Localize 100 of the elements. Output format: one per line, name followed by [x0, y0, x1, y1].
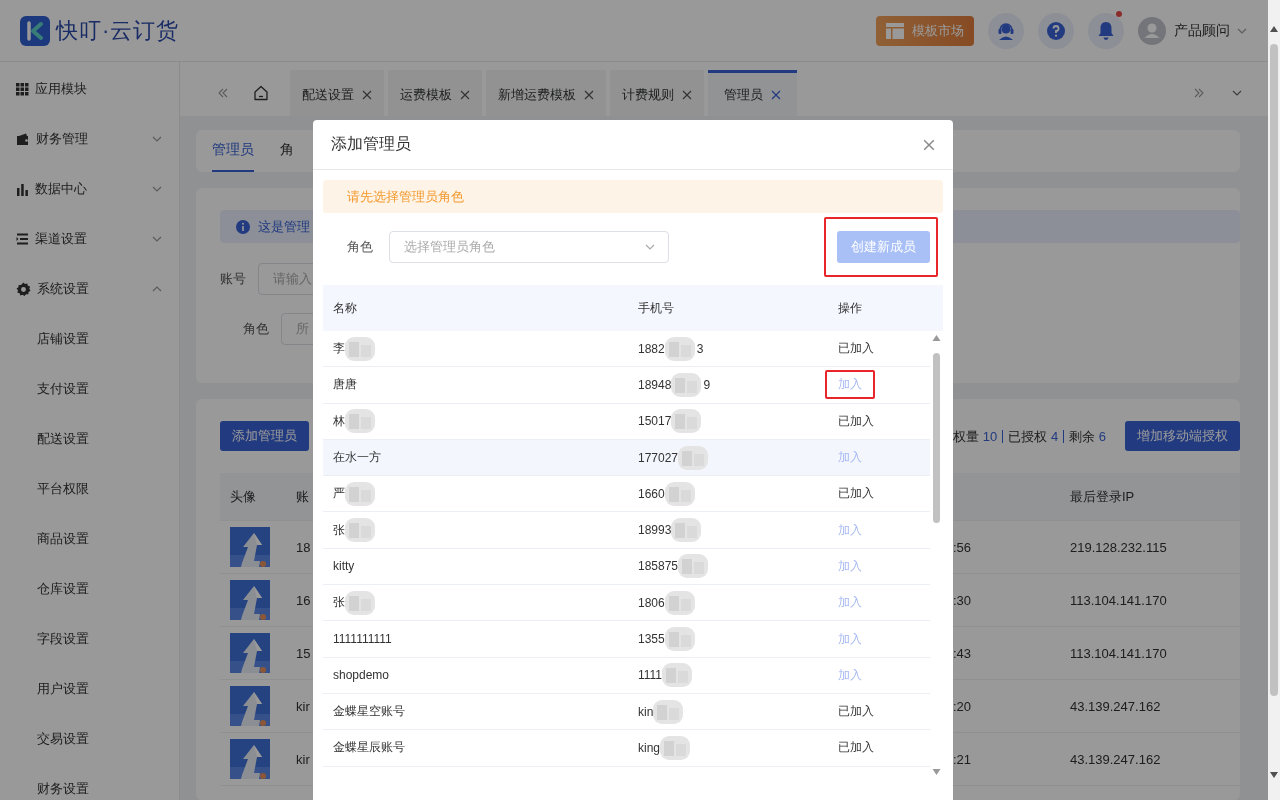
table-cell-text: 113.104.141.170 — [1069, 645, 1167, 661]
blur-patch — [343, 589, 377, 616]
table-row[interactable]: 在水一方 177027 加入 — [323, 439, 930, 477]
sub-tab[interactable]: 管理员 — [212, 130, 254, 172]
close-icon[interactable] — [682, 89, 692, 100]
close-icon[interactable] — [584, 89, 594, 100]
sidebar-subitem[interactable]: 商品设置 — [0, 514, 179, 564]
table-cell: 18948 — [638, 377, 672, 392]
table-cell: kitty — [333, 559, 355, 574]
table-cell: :30 — [953, 592, 972, 608]
page-scrollbar[interactable] — [1268, 0, 1280, 800]
table-cell: 177027 — [638, 450, 679, 465]
table-cell: :43 — [953, 645, 972, 661]
sidebar-item[interactable]: 系统设置 — [0, 264, 179, 314]
logo-icon — [20, 15, 50, 46]
table-cell: 1660 — [638, 486, 665, 501]
wallet-icon — [16, 132, 30, 146]
info-text: 这是管理 — [258, 217, 310, 236]
blur-patch — [343, 408, 377, 435]
column-header: 名称 — [333, 299, 358, 317]
table-cell: :56 — [953, 539, 972, 555]
table-cell: 1355 — [638, 632, 665, 646]
status-text: 已加入 — [838, 703, 874, 721]
table-cell: 金蝶星空账号 — [333, 703, 405, 721]
table-cell: 1111 — [638, 668, 663, 683]
table-row[interactable]: 唐唐 18948 9 加入 — [323, 367, 930, 404]
gear-icon — [16, 281, 31, 297]
blur-patch — [669, 371, 704, 398]
notification-button[interactable] — [1088, 12, 1124, 49]
close-button[interactable] — [923, 138, 935, 151]
sidebar-subitem[interactable]: 仓库设置 — [0, 564, 179, 614]
page-tab[interactable]: 管理员 — [708, 70, 797, 116]
layout-icon — [886, 22, 904, 39]
page-tab[interactable]: 新增运费模板 — [486, 70, 606, 116]
table-cell: 严 — [333, 485, 345, 503]
blur-patch — [660, 662, 695, 689]
field-label: 角色 — [243, 320, 269, 338]
headset-icon — [996, 20, 1016, 41]
blur-patch — [343, 517, 377, 544]
sidebar-subitem[interactable]: 财务设置 — [0, 764, 179, 800]
close-icon[interactable] — [460, 89, 470, 100]
close-icon[interactable] — [771, 89, 781, 100]
sidebar-subitem[interactable]: 字段设置 — [0, 614, 179, 664]
status-text: 已加入 — [838, 340, 874, 358]
column-header: 手机号 — [638, 299, 675, 317]
home-icon — [253, 85, 269, 101]
sidebar-item[interactable]: 数据中心 — [0, 164, 179, 214]
table-cell: 在水一方 — [333, 449, 381, 467]
table-cell: king — [638, 740, 660, 755]
table-cell: 18993 — [638, 523, 672, 538]
table-cell: shopdemo — [333, 668, 390, 683]
table-cell: 15017 — [638, 414, 672, 429]
sidebar-subitem[interactable]: 支付设置 — [0, 364, 179, 414]
sidebar-subitem[interactable]: 用户设置 — [0, 664, 179, 714]
table-cell: kin — [638, 704, 654, 719]
add-admin-button[interactable]: 添加管理员 — [220, 421, 309, 451]
column-header: 头像 — [229, 487, 256, 506]
table-cell-text: 113.104.141.170 — [1069, 592, 1167, 608]
info-icon — [236, 219, 250, 234]
sidebar-subitem[interactable]: 平台权限 — [0, 464, 179, 514]
sidebar-subitem[interactable]: 店铺设置 — [0, 314, 179, 364]
blur-patch — [669, 408, 704, 435]
page-tab[interactable]: 计费规则 — [610, 70, 704, 116]
table-cell: :21 — [953, 751, 972, 767]
sub-tab[interactable]: 角 — [280, 130, 294, 172]
help-icon — [1046, 20, 1066, 41]
page-tab[interactable]: 配送设置 — [290, 70, 384, 116]
blur-patch — [658, 734, 692, 761]
sidebar-item[interactable]: 应用模块 — [0, 64, 179, 114]
sidebar-subitem[interactable]: 配送设置 — [0, 414, 179, 464]
table-cell: 3 — [696, 341, 704, 356]
table-cell: 金蝶星辰账号 — [333, 739, 405, 757]
close-icon[interactable] — [362, 89, 372, 100]
table-cell-text: 16 — [295, 592, 311, 608]
blur-patch — [676, 553, 711, 580]
sidebar-subitem[interactable]: 交易设置 — [0, 714, 179, 764]
sidebar-item[interactable]: 财务管理 — [0, 114, 179, 164]
quota-text: 已授权 4 — [1002, 429, 1064, 443]
quota-text: 剩余 6 — [1063, 429, 1111, 443]
status-text: 已加入 — [838, 739, 874, 757]
app-title: 快叮·云订货 — [56, 16, 180, 45]
add-mobile-license-button[interactable]: 增加移动端授权 — [1125, 421, 1240, 451]
status-text: 已加入 — [838, 412, 874, 430]
table-cell-text: kir — [295, 751, 310, 767]
bar-chart-icon — [16, 182, 29, 196]
sidebar-item[interactable]: 渠道设置 — [0, 214, 179, 264]
table-cell-text: 43.139.247.162 — [1069, 698, 1161, 714]
column-header: 账 — [295, 487, 309, 506]
page-tab[interactable]: 运费模板 — [388, 70, 482, 116]
user-name[interactable]: 产品顾问 — [1174, 21, 1230, 40]
blur-patch — [662, 335, 697, 362]
bell-icon — [1097, 20, 1115, 41]
status-text: 已加入 — [838, 485, 874, 503]
support-button[interactable] — [988, 12, 1024, 49]
table-cell: 1806 — [638, 595, 665, 610]
help-button[interactable] — [1038, 12, 1074, 49]
blur-patch — [676, 444, 711, 471]
dialog-title: 添加管理员 — [331, 134, 411, 154]
table-cell: 185875 — [638, 559, 679, 574]
table-cell: 9 — [703, 377, 711, 392]
